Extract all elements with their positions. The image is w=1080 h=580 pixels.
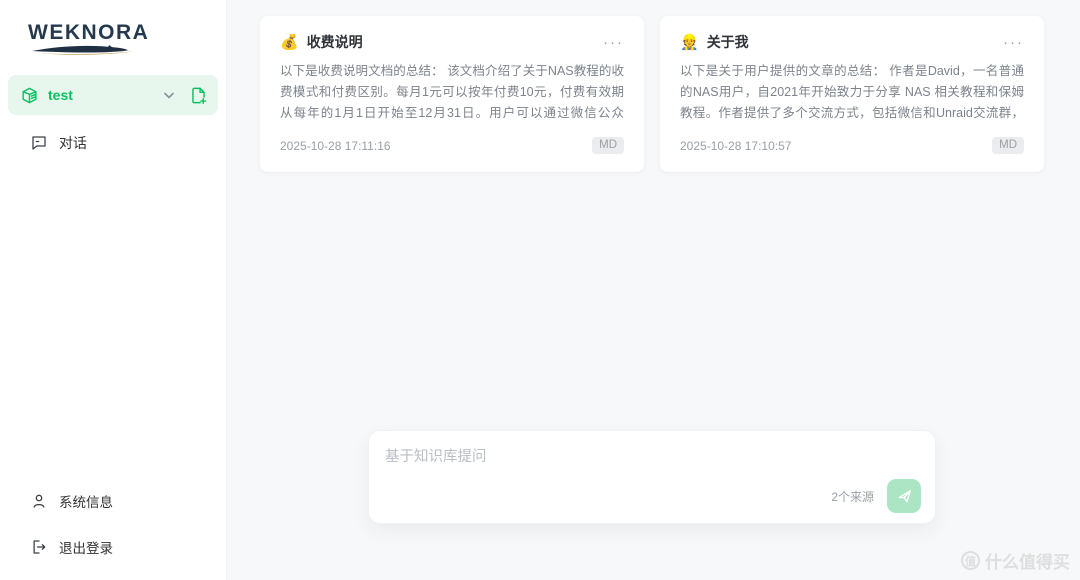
smzdm-logo-icon: 值 xyxy=(961,551,980,570)
moneybag-emoji-icon: 💰 xyxy=(280,35,299,50)
sidebar-item-system-info-label: 系统信息 xyxy=(59,491,113,511)
card-header: 💰 收费说明 ··· xyxy=(280,32,624,52)
card-summary: 以下是收费说明文档的总结： 该文档介绍了关于NAS教程的收费模式和付费区别。每月… xyxy=(280,61,624,124)
card-title: 关于我 xyxy=(707,32,995,52)
user-icon xyxy=(30,492,48,510)
document-card-list: 💰 收费说明 ··· 以下是收费说明文档的总结： 该文档介绍了关于NAS教程的收… xyxy=(227,0,1080,172)
knowledge-base-selector[interactable]: test xyxy=(8,75,218,115)
more-options-icon[interactable]: ··· xyxy=(603,33,624,52)
more-options-icon[interactable]: ··· xyxy=(1003,33,1024,52)
knowledge-base-icon xyxy=(20,86,39,105)
app-window: WEKNORA test xyxy=(0,0,1080,580)
document-card-pricing[interactable]: 💰 收费说明 ··· 以下是收费说明文档的总结： 该文档介绍了关于NAS教程的收… xyxy=(260,16,644,172)
card-timestamp: 2025-10-28 17:10:57 xyxy=(680,139,791,153)
smzdm-watermark: 值 什么值得买 xyxy=(961,548,1070,573)
card-footer: 2025-10-28 17:10:57 MD xyxy=(680,130,1024,172)
card-timestamp: 2025-10-28 17:11:16 xyxy=(280,139,391,153)
logout-icon xyxy=(30,538,48,556)
question-composer: 2个来源 xyxy=(368,430,936,524)
send-button[interactable] xyxy=(887,479,921,513)
sidebar-item-chat[interactable]: 对话 xyxy=(0,123,226,163)
file-format-badge: MD xyxy=(592,137,624,155)
chat-bubble-icon xyxy=(30,134,48,152)
sidebar-item-logout-label: 退出登录 xyxy=(59,537,113,557)
document-card-about-me[interactable]: 👷 关于我 ··· 以下是关于用户提供的文章的总结： 作者是David，一名普通… xyxy=(660,16,1044,172)
sidebar: WEKNORA test xyxy=(0,0,227,580)
sidebar-item-system-info[interactable]: 系统信息 xyxy=(0,478,226,524)
sidebar-spacer xyxy=(0,163,226,478)
knowledge-base-name: test xyxy=(48,87,155,103)
question-input[interactable] xyxy=(383,443,921,479)
main-content: 💰 收费说明 ··· 以下是收费说明文档的总结： 该文档介绍了关于NAS教程的收… xyxy=(227,0,1080,580)
smzdm-watermark-text: 什么值得买 xyxy=(985,548,1070,573)
sidebar-item-chat-label: 对话 xyxy=(59,133,87,153)
logo-text: WEKNORA xyxy=(28,22,226,43)
paper-plane-icon xyxy=(896,488,913,505)
add-document-icon[interactable] xyxy=(189,86,208,105)
worker-emoji-icon: 👷 xyxy=(680,35,699,50)
card-title: 收费说明 xyxy=(307,32,595,52)
logo-swoosh-icon xyxy=(30,44,142,55)
card-footer: 2025-10-28 17:11:16 MD xyxy=(280,130,624,172)
composer-toolbar: 2个来源 xyxy=(383,479,921,513)
logo: WEKNORA xyxy=(0,0,226,61)
sidebar-item-logout[interactable]: 退出登录 xyxy=(0,524,226,570)
file-format-badge: MD xyxy=(992,137,1024,155)
sources-count-label: 2个来源 xyxy=(831,488,874,505)
card-summary: 以下是关于用户提供的文章的总结： 作者是David，一名普通的NAS用户，自20… xyxy=(680,61,1024,124)
sidebar-bottom-padding xyxy=(0,570,226,580)
card-header: 👷 关于我 ··· xyxy=(680,32,1024,52)
chevron-down-icon[interactable] xyxy=(164,92,174,99)
